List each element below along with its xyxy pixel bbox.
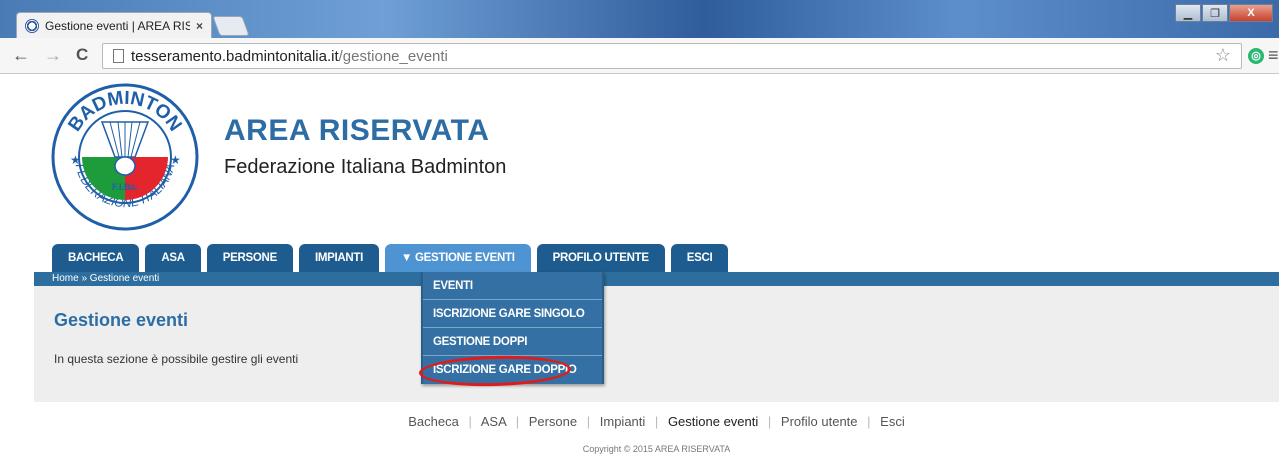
back-arrow-icon[interactable]: ← <box>12 46 30 64</box>
favicon-icon <box>25 18 39 33</box>
url-host: tesseramento.badmintonitalia.it <box>131 48 339 65</box>
bookmark-star-icon[interactable]: ☆ <box>1215 45 1231 66</box>
nav-tab-asa[interactable]: ASA <box>145 244 201 272</box>
footer-separator: | <box>767 414 772 429</box>
breadcrumb[interactable]: Home » Gestione eventi <box>52 272 159 286</box>
window-close-button[interactable]: X <box>1229 4 1273 22</box>
nav-tab-esci[interactable]: ESCI <box>670 244 729 272</box>
footer-link-asa[interactable]: ASA <box>481 414 506 429</box>
footer-separator: | <box>468 414 472 429</box>
nav-tab-profilo-utente[interactable]: PROFILO UTENTE <box>536 244 665 272</box>
window-controls: ▁ ❐ X <box>1175 4 1273 22</box>
maximize-button[interactable]: ❐ <box>1202 4 1228 22</box>
footer-separator: | <box>586 414 591 429</box>
minimize-button[interactable]: ▁ <box>1175 4 1201 22</box>
browser-tab[interactable]: Gestione eventi | AREA RIS × <box>16 12 212 38</box>
page-icon <box>113 49 124 63</box>
star-icon: ★ <box>70 153 81 167</box>
url-path: /gestione_eventi <box>338 48 448 65</box>
page-description: In questa sezione è possibile gestire gl… <box>54 352 299 366</box>
fiba-logo[interactable]: BADMINTON FEDERAZIONE ITALIANA ★ ★ F.I.B… <box>50 82 200 232</box>
main-nav: BACHECA ASA PERSONE IMPIANTI ▼ GESTIONE … <box>52 244 729 272</box>
footer-link-profilo-utente[interactable]: Profilo utente <box>781 414 858 429</box>
site-title: AREA RISERVATA <box>224 114 490 147</box>
address-bar[interactable]: tesseramento.badmintonitalia.it/gestione… <box>102 43 1242 69</box>
footer-link-impianti[interactable]: Impianti <box>600 414 646 429</box>
nav-tab-impianti[interactable]: IMPIANTI <box>298 244 380 272</box>
footer-separator: | <box>654 414 659 429</box>
dropdown-item-gestione-doppi[interactable]: GESTIONE DOPPI <box>423 328 602 356</box>
site-subtitle: Federazione Italiana Badminton <box>224 156 507 178</box>
browser-titlebar: Gestione eventi | AREA RIS × ▁ ❐ X <box>0 0 1279 38</box>
footer-links: Bacheca | ASA | Persone | Impianti | Ges… <box>34 414 1279 429</box>
browser-toolbar: ← → C tesseramento.badmintonitalia.it/ge… <box>0 38 1279 74</box>
new-tab-button[interactable] <box>212 16 250 36</box>
url-text[interactable]: tesseramento.badmintonitalia.it/gestione… <box>131 48 448 65</box>
logo-center-text: F.I.Ba. <box>112 182 138 192</box>
site-container: BADMINTON FEDERAZIONE ITALIANA ★ ★ F.I.B… <box>34 74 1279 454</box>
reload-icon[interactable]: C <box>76 46 88 64</box>
page: BADMINTON FEDERAZIONE ITALIANA ★ ★ F.I.B… <box>0 74 1279 454</box>
footer-link-esci[interactable]: Esci <box>880 414 905 429</box>
forward-arrow-icon[interactable]: → <box>44 46 62 64</box>
page-title: Gestione eventi <box>54 310 189 330</box>
extension-icon[interactable]: ◎ <box>1248 48 1264 64</box>
breadcrumb-bar: Home » Gestione eventi <box>34 272 1279 286</box>
star-icon: ★ <box>170 153 181 167</box>
dropdown-item-eventi[interactable]: EVENTI <box>423 272 602 300</box>
nav-tab-gestione-eventi[interactable]: ▼ GESTIONE EVENTI <box>385 244 531 272</box>
footer-link-persone[interactable]: Persone <box>529 414 577 429</box>
tab-title: Gestione eventi | AREA RIS <box>45 18 190 33</box>
nav-tab-bacheca[interactable]: BACHECA <box>52 244 140 272</box>
dropdown-item-iscrizione-gare-singolo[interactable]: ISCRIZIONE GARE SINGOLO <box>423 300 602 328</box>
main-content: Gestione eventi In questa sezione è poss… <box>34 286 1279 402</box>
footer-link-gestione-eventi[interactable]: Gestione eventi <box>668 414 758 429</box>
nav-tab-persone[interactable]: PERSONE <box>206 244 293 272</box>
footer-separator: | <box>515 414 520 429</box>
footer-link-bacheca[interactable]: Bacheca <box>408 414 459 429</box>
tab-close-icon[interactable]: × <box>196 19 203 33</box>
footer-separator: | <box>867 414 871 429</box>
browser-menu-icon[interactable]: ≡ <box>1268 46 1279 64</box>
